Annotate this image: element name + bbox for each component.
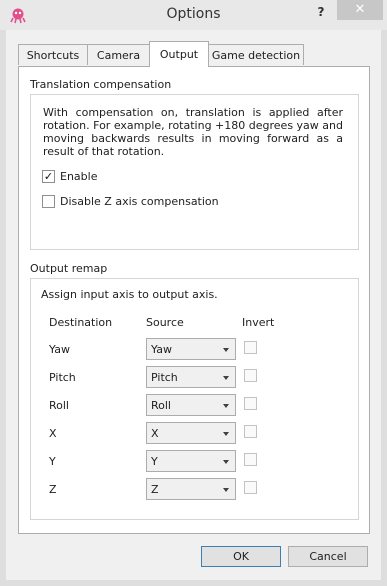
- invert-checkbox-pitch[interactable]: [244, 369, 257, 382]
- source-header: Source: [146, 316, 184, 329]
- disable-z-checkbox[interactable]: [42, 195, 55, 208]
- destination-label: X: [49, 427, 57, 440]
- invert-checkbox-yaw[interactable]: [244, 341, 257, 354]
- remap-group-title: Output remap: [30, 262, 108, 275]
- output-tab-pane: Translation compensation With compensati…: [18, 66, 370, 534]
- remap-row-z: Z Z: [31, 478, 355, 502]
- remap-row-roll: Roll Roll: [31, 394, 355, 418]
- translation-group: With compensation on, translation is app…: [30, 94, 359, 250]
- source-select-z[interactable]: Z: [146, 478, 236, 500]
- chevron-down-icon: [223, 460, 229, 464]
- chevron-down-icon: [223, 432, 229, 436]
- remap-row-x: X X: [31, 422, 355, 446]
- disable-z-label: Disable Z axis compensation: [60, 195, 219, 208]
- translation-group-title: Translation compensation: [30, 78, 172, 91]
- destination-label: Yaw: [49, 343, 70, 356]
- enable-label: Enable: [60, 170, 98, 183]
- source-select-pitch[interactable]: Pitch: [146, 366, 236, 388]
- help-button[interactable]: ?: [312, 3, 330, 21]
- ok-button[interactable]: OK: [201, 546, 281, 567]
- source-select-x[interactable]: X: [146, 422, 236, 444]
- destination-label: Y: [49, 455, 56, 468]
- chevron-down-icon: [223, 376, 229, 380]
- tab-game-detection[interactable]: Game detection: [208, 44, 304, 65]
- destination-label: Z: [49, 483, 57, 496]
- tab-shortcuts[interactable]: Shortcuts: [18, 44, 88, 65]
- dialog-body: Shortcuts Camera Output Game detection T…: [6, 30, 381, 580]
- invert-checkbox-z[interactable]: [244, 481, 257, 494]
- destination-label: Pitch: [49, 371, 76, 384]
- remap-row-y: Y Y: [31, 450, 355, 474]
- tab-camera[interactable]: Camera: [87, 44, 150, 65]
- invert-checkbox-x[interactable]: [244, 425, 257, 438]
- remap-row-yaw: Yaw Yaw: [31, 338, 355, 362]
- remap-group: Assign input axis to output axis. Destin…: [30, 278, 359, 520]
- source-select-y[interactable]: Y: [146, 450, 236, 472]
- remap-row-pitch: Pitch Pitch: [31, 366, 355, 390]
- invert-header: Invert: [242, 316, 275, 329]
- destination-header: Destination: [49, 316, 113, 329]
- invert-checkbox-roll[interactable]: [244, 397, 257, 410]
- translation-description: With compensation on, translation is app…: [43, 106, 343, 158]
- destination-label: Roll: [49, 399, 69, 412]
- chevron-down-icon: [223, 404, 229, 408]
- source-select-roll[interactable]: Roll: [146, 394, 236, 416]
- source-select-yaw[interactable]: Yaw: [146, 338, 236, 360]
- chevron-down-icon: [223, 488, 229, 492]
- enable-checkbox[interactable]: ✓: [42, 170, 55, 183]
- cancel-button[interactable]: Cancel: [288, 546, 368, 567]
- close-button[interactable]: ✕: [337, 0, 383, 20]
- chevron-down-icon: [223, 348, 229, 352]
- remap-instruction: Assign input axis to output axis.: [41, 288, 218, 301]
- tab-output[interactable]: Output: [149, 41, 209, 67]
- title-bar: Options ? ✕: [0, 0, 387, 30]
- invert-checkbox-y[interactable]: [244, 453, 257, 466]
